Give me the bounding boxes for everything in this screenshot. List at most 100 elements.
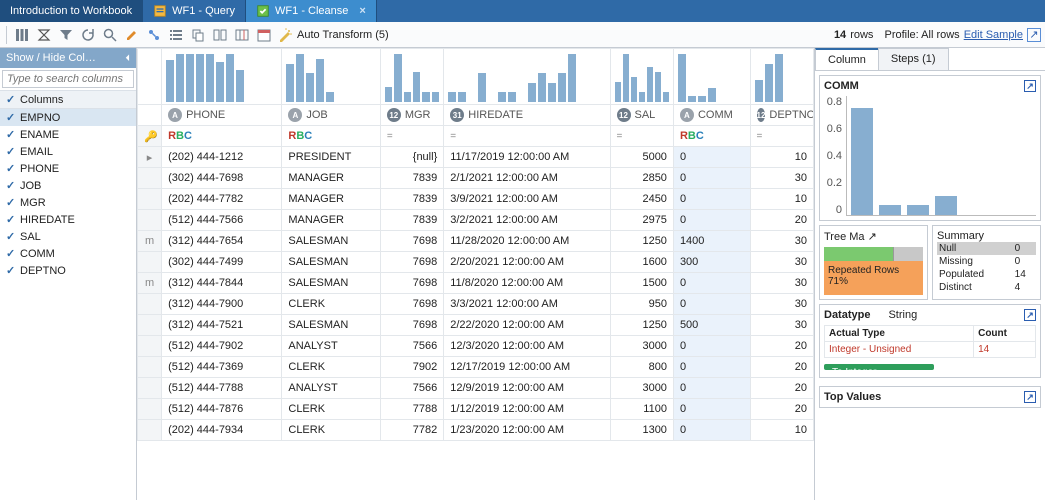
- row-handle[interactable]: ▸: [138, 147, 162, 168]
- column-item-job[interactable]: ✓JOB: [0, 177, 136, 194]
- cell-hiredate[interactable]: 3/3/2021 12:00:00 AM: [444, 294, 610, 315]
- row-handle[interactable]: [138, 336, 162, 357]
- cell-comm[interactable]: 0: [673, 420, 750, 441]
- table-split-icon[interactable]: [211, 26, 229, 44]
- cell-hiredate[interactable]: 3/2/2021 12:00:00 AM: [444, 210, 610, 231]
- calendar-icon[interactable]: [255, 26, 273, 44]
- cell-sal[interactable]: 1250: [610, 231, 673, 252]
- table-row[interactable]: m(312) 444-7654SALESMAN769811/28/2020 12…: [138, 231, 814, 252]
- spark-job[interactable]: [282, 49, 380, 105]
- cell-deptno[interactable]: 20: [750, 378, 814, 399]
- search-icon[interactable]: [101, 26, 119, 44]
- spark-deptno[interactable]: [750, 49, 814, 105]
- popout-icon[interactable]: ↗: [868, 231, 877, 243]
- popout-icon[interactable]: ↗: [1024, 80, 1036, 92]
- table-row[interactable]: (202) 444-7934CLERK77821/23/2020 12:00:0…: [138, 420, 814, 441]
- cell-comm[interactable]: 0: [673, 378, 750, 399]
- filter-sal[interactable]: =: [610, 126, 673, 147]
- cell-deptno[interactable]: 10: [750, 189, 814, 210]
- col-phone[interactable]: APHONE: [162, 105, 282, 126]
- column-item-ename[interactable]: ✓ENAME: [0, 126, 136, 143]
- row-handle[interactable]: m: [138, 231, 162, 252]
- refresh-icon[interactable]: [79, 26, 97, 44]
- cell-phone[interactable]: (302) 444-7698: [162, 168, 282, 189]
- cell-phone[interactable]: (512) 444-7876: [162, 399, 282, 420]
- cell-comm[interactable]: 300: [673, 252, 750, 273]
- cell-comm[interactable]: 0: [673, 168, 750, 189]
- filter-mgr[interactable]: =: [380, 126, 443, 147]
- cell-mgr[interactable]: 7782: [380, 420, 443, 441]
- cell-mgr[interactable]: 7566: [380, 378, 443, 399]
- cell-comm[interactable]: 0: [673, 336, 750, 357]
- cell-sal[interactable]: 3000: [610, 378, 673, 399]
- cell-job[interactable]: CLERK: [282, 399, 380, 420]
- cell-comm[interactable]: 0: [673, 210, 750, 231]
- spark-mgr[interactable]: [380, 49, 443, 105]
- cell-job[interactable]: SALESMAN: [282, 252, 380, 273]
- cell-sal[interactable]: 1600: [610, 252, 673, 273]
- cell-comm[interactable]: 0: [673, 273, 750, 294]
- row-handle[interactable]: [138, 210, 162, 231]
- spark-sal[interactable]: [610, 49, 673, 105]
- cell-deptno[interactable]: 30: [750, 231, 814, 252]
- column-item-email[interactable]: ✓EMAIL: [0, 143, 136, 160]
- row-handle[interactable]: [138, 252, 162, 273]
- cell-hiredate[interactable]: 12/17/2019 12:00:00 AM: [444, 357, 610, 378]
- cell-phone[interactable]: (312) 444-7654: [162, 231, 282, 252]
- edit-sample-link[interactable]: Edit Sample: [964, 29, 1023, 41]
- cell-comm[interactable]: 0: [673, 357, 750, 378]
- filter-job[interactable]: RBC: [282, 126, 380, 147]
- row-handle[interactable]: [138, 378, 162, 399]
- spark-hiredate[interactable]: [444, 49, 610, 105]
- col-sal[interactable]: 12SAL: [610, 105, 673, 126]
- cell-deptno[interactable]: 20: [750, 357, 814, 378]
- col-job[interactable]: AJOB: [282, 105, 380, 126]
- edit-icon[interactable]: [123, 26, 141, 44]
- cell-phone[interactable]: (512) 444-7902: [162, 336, 282, 357]
- row-handle[interactable]: [138, 420, 162, 441]
- cell-deptno[interactable]: 20: [750, 210, 814, 231]
- cell-job[interactable]: MANAGER: [282, 168, 380, 189]
- row-handle[interactable]: [138, 294, 162, 315]
- table-row[interactable]: (512) 444-7902ANALYST756612/3/2020 12:00…: [138, 336, 814, 357]
- cell-mgr[interactable]: {null}: [380, 147, 443, 168]
- cell-job[interactable]: SALESMAN: [282, 315, 380, 336]
- copy-icon[interactable]: [189, 26, 207, 44]
- cell-deptno[interactable]: 30: [750, 252, 814, 273]
- datatype-row[interactable]: Integer - Unsigned 14: [825, 342, 1036, 358]
- tab-query[interactable]: WF1 - Query: [143, 0, 246, 22]
- cell-phone[interactable]: (512) 444-7566: [162, 210, 282, 231]
- table-row[interactable]: ▸(202) 444-1212PRESIDENT{null}11/17/2019…: [138, 147, 814, 168]
- cell-comm[interactable]: 1400: [673, 231, 750, 252]
- cell-deptno[interactable]: 10: [750, 420, 814, 441]
- cell-phone[interactable]: (302) 444-7499: [162, 252, 282, 273]
- filter-phone[interactable]: RBC: [162, 126, 282, 147]
- cell-phone[interactable]: (512) 444-7788: [162, 378, 282, 399]
- row-handle[interactable]: m: [138, 273, 162, 294]
- cell-comm[interactable]: 0: [673, 189, 750, 210]
- cell-sal[interactable]: 2850: [610, 168, 673, 189]
- cell-mgr[interactable]: 7566: [380, 336, 443, 357]
- column-item-hiredate[interactable]: ✓HIREDATE: [0, 211, 136, 228]
- cell-phone[interactable]: (202) 444-1212: [162, 147, 282, 168]
- column-item-phone[interactable]: ✓PHONE: [0, 160, 136, 177]
- table-row[interactable]: (302) 444-7499SALESMAN76982/20/2021 12:0…: [138, 252, 814, 273]
- column-item-mgr[interactable]: ✓MGR: [0, 194, 136, 211]
- cell-comm[interactable]: 0: [673, 147, 750, 168]
- table-row[interactable]: (202) 444-7782MANAGER78393/9/2021 12:00:…: [138, 189, 814, 210]
- cell-comm[interactable]: 0: [673, 294, 750, 315]
- list-icon[interactable]: [167, 26, 185, 44]
- row-handle[interactable]: [138, 399, 162, 420]
- table-row[interactable]: (512) 444-7566MANAGER78393/2/2021 12:00:…: [138, 210, 814, 231]
- cell-sal[interactable]: 1500: [610, 273, 673, 294]
- cell-hiredate[interactable]: 12/3/2020 12:00:00 AM: [444, 336, 610, 357]
- row-handle[interactable]: [138, 357, 162, 378]
- cell-deptno[interactable]: 30: [750, 168, 814, 189]
- link-icon[interactable]: [145, 26, 163, 44]
- cell-comm[interactable]: 500: [673, 315, 750, 336]
- table-merge-icon[interactable]: [233, 26, 251, 44]
- cell-job[interactable]: CLERK: [282, 420, 380, 441]
- cell-job[interactable]: ANALYST: [282, 336, 380, 357]
- cell-sal[interactable]: 2450: [610, 189, 673, 210]
- cell-deptno[interactable]: 30: [750, 315, 814, 336]
